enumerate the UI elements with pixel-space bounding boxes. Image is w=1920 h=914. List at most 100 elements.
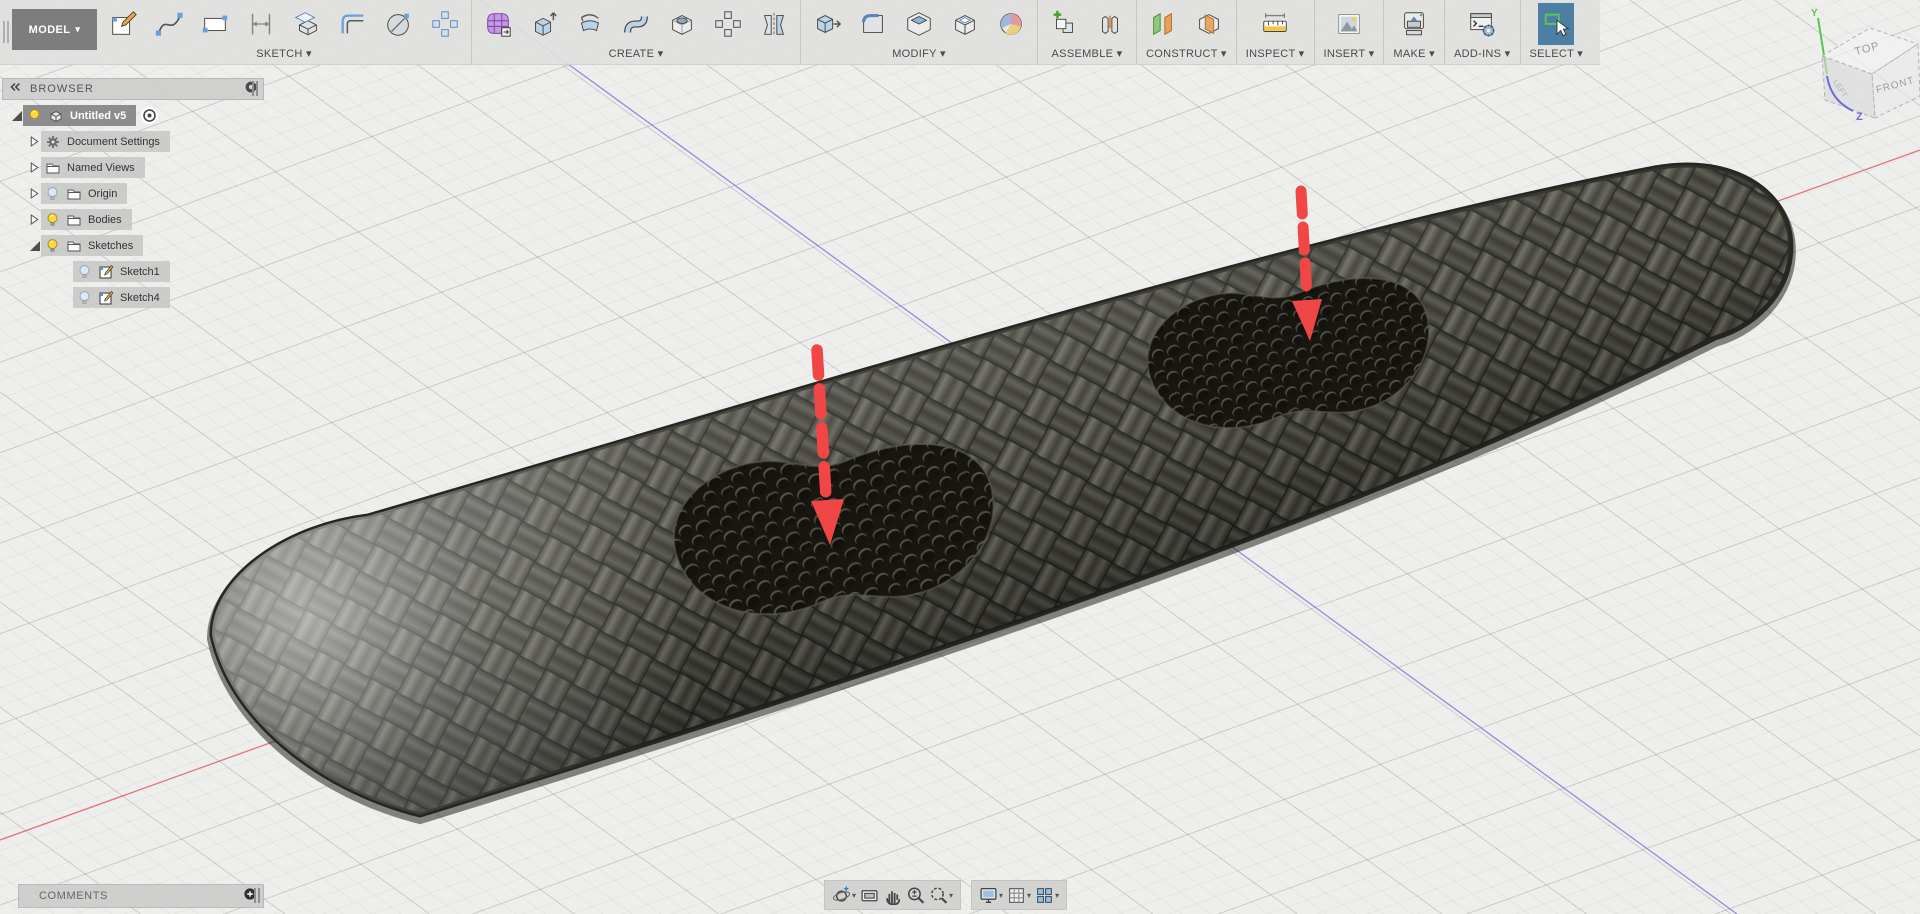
joint-icon: [1095, 9, 1125, 39]
look-at-icon: [860, 886, 879, 905]
new-component-button[interactable]: [1047, 5, 1081, 43]
grid-settings-button[interactable]: ▾: [1007, 886, 1031, 905]
expand-node-icon[interactable]: [28, 213, 41, 226]
collapse-node-icon[interactable]: [28, 241, 41, 251]
collapse-node-icon[interactable]: [10, 111, 23, 121]
hole-button[interactable]: [665, 5, 699, 43]
browser-item-origin[interactable]: Origin: [41, 183, 127, 204]
expand-node-icon[interactable]: [28, 187, 41, 200]
rectangle-button[interactable]: [198, 5, 232, 43]
offset-curve-button[interactable]: [336, 5, 370, 43]
orbit-button[interactable]: ▾: [832, 886, 856, 905]
sketch-icon: [98, 264, 114, 280]
toolbar-grip-handle[interactable]: [0, 0, 12, 64]
create-sketch-button[interactable]: [106, 5, 140, 43]
mirror-button[interactable]: [757, 5, 791, 43]
create-form-button[interactable]: [481, 5, 515, 43]
circle-button[interactable]: [382, 5, 416, 43]
browser-row-untitled-v5: Untitled v5: [2, 105, 264, 126]
fusion-window: Y TOP FRONT LEFT Z MODEL ▾ SKETCH ▾ CREAT…: [0, 0, 1920, 914]
browser-item-bodies[interactable]: Bodies: [41, 209, 132, 230]
activate-component-radio[interactable]: [140, 106, 159, 125]
visibility-bulb-icon: [77, 290, 92, 305]
visibility-bulb-icon: [77, 264, 92, 279]
circular-pattern-button[interactable]: [711, 5, 745, 43]
pan-button[interactable]: [883, 886, 902, 905]
toolbar-menu-select[interactable]: SELECT ▾: [1530, 47, 1584, 62]
revolve-button[interactable]: [573, 5, 607, 43]
browser-header[interactable]: BROWSER: [2, 78, 264, 100]
browser-item-sketch1[interactable]: Sketch1: [73, 261, 170, 282]
extrude-button[interactable]: [527, 5, 561, 43]
sketch-pattern-icon: [430, 9, 460, 39]
display-settings-button[interactable]: ▾: [979, 886, 1003, 905]
shell-button[interactable]: [948, 5, 982, 43]
toolbar-menu-insert[interactable]: INSERT ▾: [1324, 47, 1375, 62]
comments-title: COMMENTS: [39, 890, 108, 902]
chevron-down-icon: ▾: [949, 891, 953, 900]
insert-image-button[interactable]: [1332, 5, 1366, 43]
sketch-pattern-button[interactable]: [428, 5, 462, 43]
view-cube[interactable]: Y TOP FRONT LEFT Z: [1782, 4, 1920, 132]
viewport-canvas[interactable]: [0, 0, 1920, 914]
project-icon: [292, 9, 322, 39]
fillet-icon: [858, 9, 888, 39]
browser-item-named-views[interactable]: Named Views: [41, 157, 145, 178]
comments-panel[interactable]: COMMENTS: [18, 884, 264, 908]
browser-item-sketches[interactable]: Sketches: [41, 235, 143, 256]
zoom-window-icon: [929, 886, 948, 905]
scene-3d: [0, 0, 1920, 914]
create-sketch-icon: [108, 9, 138, 39]
browser-item-label: Named Views: [67, 162, 135, 174]
select-button[interactable]: [1538, 3, 1574, 45]
display-settings-icon: [979, 886, 998, 905]
toolbar-menu-create[interactable]: CREATE ▾: [609, 47, 664, 62]
browser-title: BROWSER: [30, 83, 94, 95]
collapse-left-icon: [8, 80, 22, 94]
spline-button[interactable]: [152, 5, 186, 43]
zoom-window-button[interactable]: ▾: [929, 886, 953, 905]
browser-item-document-settings[interactable]: Document Settings: [41, 131, 170, 152]
toolbar-menu-sketch[interactable]: SKETCH ▾: [256, 47, 312, 62]
expand-node-icon[interactable]: [28, 161, 41, 174]
comments-resize-handle[interactable]: [254, 888, 260, 903]
sweep-icon: [621, 9, 651, 39]
toolbar-menu-add-ins[interactable]: ADD-INS ▾: [1454, 47, 1511, 62]
browser-item-untitled-v5[interactable]: Untitled v5: [23, 105, 136, 126]
browser-item-sketch4[interactable]: Sketch4: [73, 287, 170, 308]
chevron-down-icon: ▾: [75, 24, 80, 35]
print-3d-button[interactable]: [1397, 5, 1431, 43]
expand-node-icon[interactable]: [28, 135, 41, 148]
toolbar-menu-construct[interactable]: CONSTRUCT ▾: [1146, 47, 1227, 62]
press-pull-button[interactable]: [810, 5, 844, 43]
midplane-button[interactable]: [1192, 5, 1226, 43]
workspace-switcher[interactable]: MODEL ▾: [12, 9, 97, 50]
toolbar-menu-modify[interactable]: MODIFY ▾: [892, 47, 946, 62]
fillet-button[interactable]: [856, 5, 890, 43]
visibility-bulb-icon: [45, 238, 60, 253]
sketch-icon: [98, 290, 114, 306]
display-tools-group: ▾▾▾: [971, 880, 1067, 910]
measure-button[interactable]: [1258, 5, 1292, 43]
toolbar-menu-inspect[interactable]: INSPECT ▾: [1246, 47, 1305, 62]
browser-resize-handle[interactable]: [252, 81, 258, 96]
appearance-icon: [996, 9, 1026, 39]
look-at-button[interactable]: [860, 886, 879, 905]
toolbar-menu-assemble[interactable]: ASSEMBLE ▾: [1052, 47, 1123, 62]
sweep-button[interactable]: [619, 5, 653, 43]
component-icon: [48, 108, 64, 124]
appearance-button[interactable]: [994, 5, 1028, 43]
toolbar-menu-make[interactable]: MAKE ▾: [1393, 47, 1435, 62]
scripts-addins-button[interactable]: [1465, 5, 1499, 43]
viewports-button[interactable]: ▾: [1035, 886, 1059, 905]
collapse-panel-icon[interactable]: [8, 80, 22, 99]
joint-button[interactable]: [1093, 5, 1127, 43]
zoom-button[interactable]: [906, 886, 925, 905]
offset-plane-button[interactable]: [1146, 5, 1180, 43]
project-button[interactable]: [290, 5, 324, 43]
sketch-dimension-button[interactable]: [244, 5, 278, 43]
chamfer-button[interactable]: [902, 5, 936, 43]
zoom-icon: [906, 886, 925, 905]
skateboard-deck-body[interactable]: [212, 165, 1791, 819]
tri-closed-icon: [28, 161, 41, 174]
